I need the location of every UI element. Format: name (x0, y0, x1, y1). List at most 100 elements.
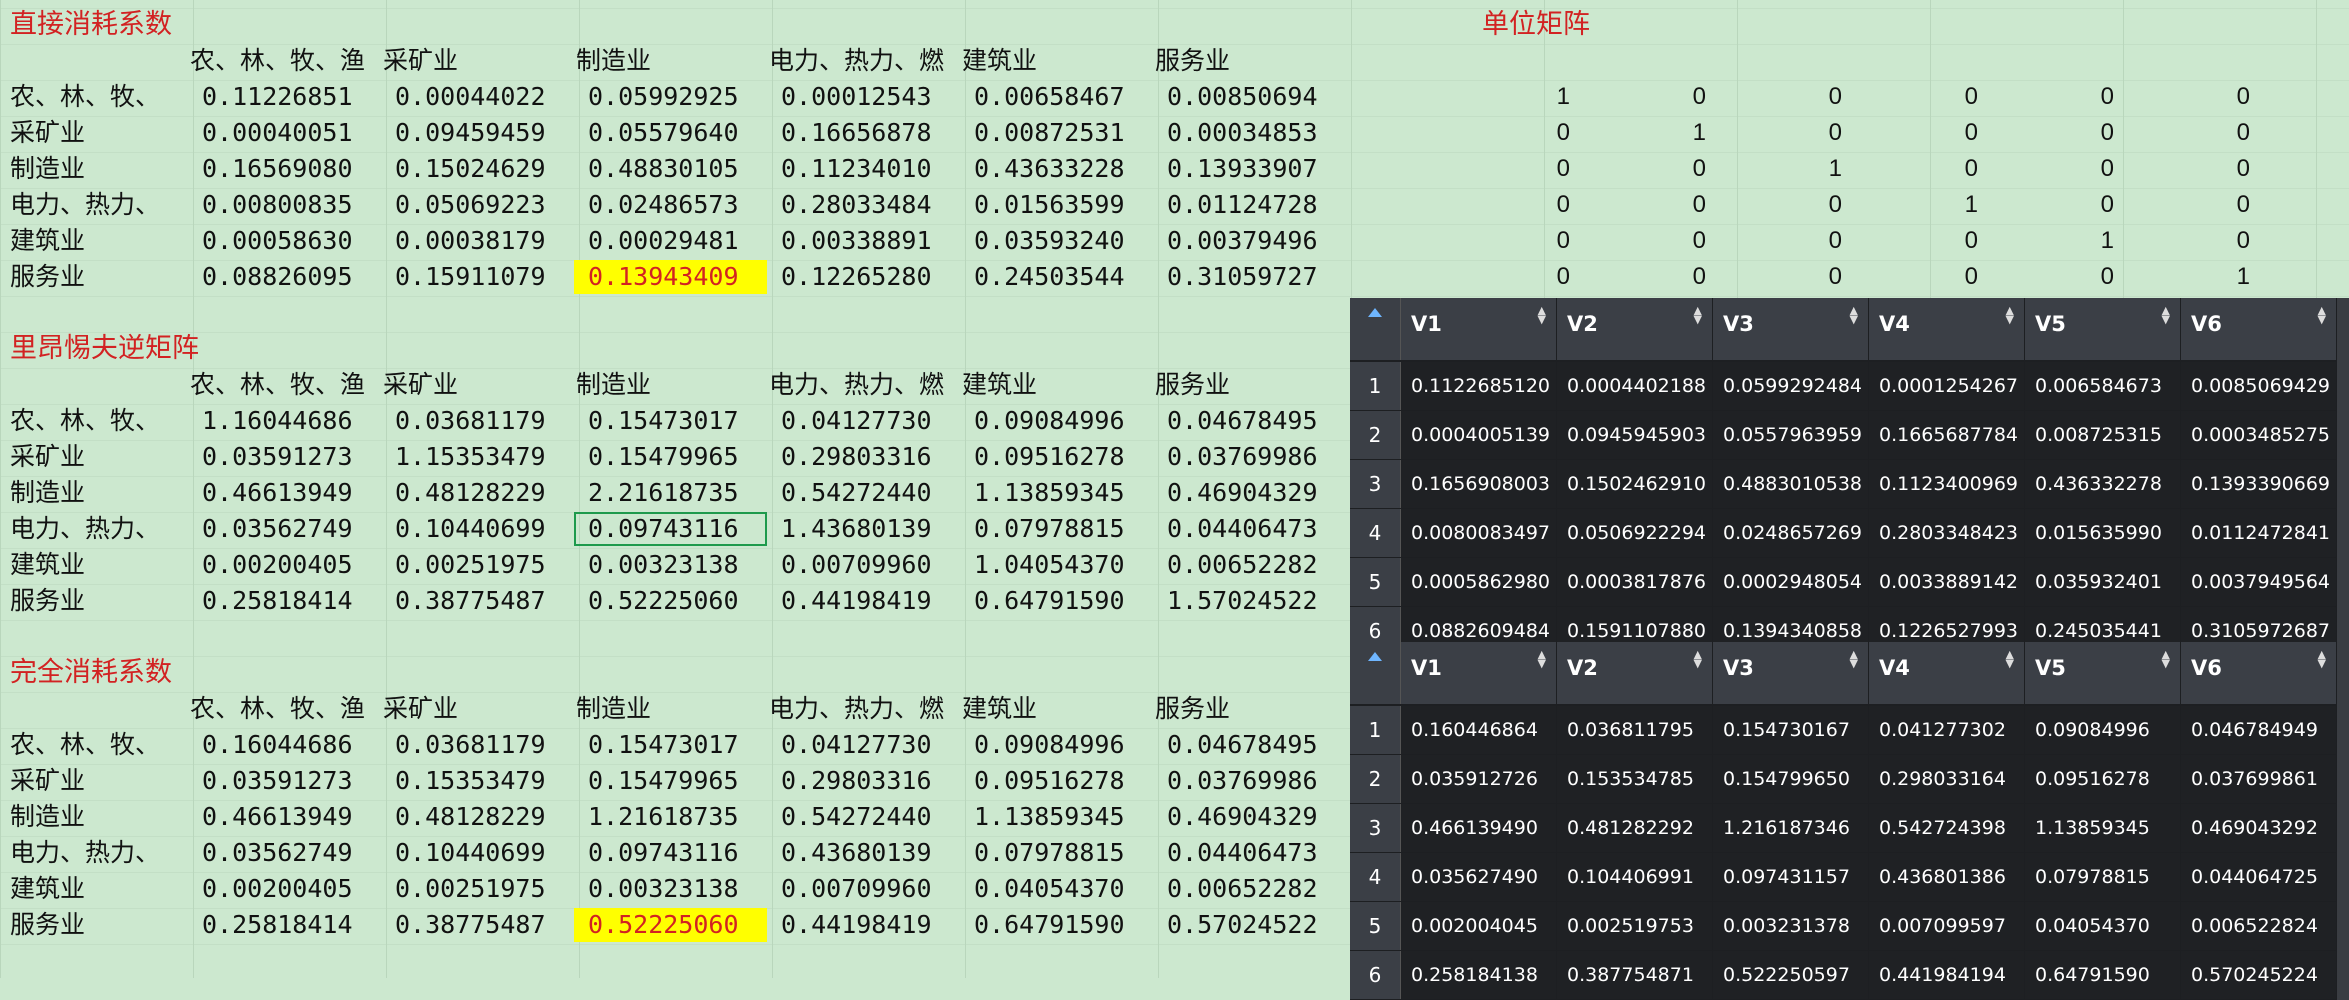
identity-cell[interactable]: 0 (1666, 80, 1706, 114)
viewer-table-row[interactable]: 4 0.035627490 0.104406991 0.097431157 0.4368… (1350, 853, 2349, 902)
direct-cell[interactable]: 0.11234010 (767, 152, 960, 186)
viewer-cell[interactable]: 0.046784949 (2181, 706, 2337, 754)
direct-cell[interactable]: 0.31059727 (1153, 260, 1346, 294)
direct-col-header[interactable]: 建筑业 (962, 44, 1152, 78)
identity-cell[interactable]: 0 (1666, 152, 1706, 186)
viewer-cell[interactable]: 0.0033889142 (1869, 558, 2025, 606)
viewer-cell[interactable]: 0.1502462910 (1557, 460, 1713, 508)
column-header-v4[interactable]: V4 ▲ ▼ (1869, 642, 2025, 704)
direct-cell[interactable]: 0.13943409 (574, 260, 767, 294)
direct-cell[interactable]: 0.16656878 (767, 116, 960, 150)
identity-cell[interactable]: 0 (2210, 116, 2250, 150)
identity-cell[interactable]: 0 (1530, 188, 1570, 222)
direct-cell[interactable]: 0.28033484 (767, 188, 960, 222)
identity-cell[interactable]: 0 (1802, 188, 1842, 222)
viewer-cell[interactable]: 0.07978815 (2025, 853, 2181, 901)
column-header-v5[interactable]: V5 ▲ ▼ (2025, 642, 2181, 704)
viewer-cell[interactable]: 0.041277302 (1869, 706, 2025, 754)
leontief-row-label[interactable]: 建筑业 (10, 548, 188, 582)
column-header-v2[interactable]: V2 ▲ ▼ (1557, 298, 1713, 360)
direct-cell[interactable]: 0.43633228 (960, 152, 1153, 186)
viewer-cell[interactable]: 0.0037949564 (2181, 558, 2337, 606)
identity-cell[interactable]: 0 (2210, 152, 2250, 186)
identity-cell[interactable]: 0 (1938, 116, 1978, 150)
leontief-cell[interactable]: 0.64791590 (960, 584, 1153, 618)
leontief-col-header[interactable]: 制造业 (576, 368, 766, 402)
total-cell[interactable]: 0.15479965 (574, 764, 767, 798)
viewer-cell[interactable]: 0.0004402188 (1557, 362, 1713, 410)
sort-arrows-icon[interactable]: ▲ ▼ (1850, 305, 1858, 325)
viewer-table-row[interactable]: 5 0.0005862980 0.0003817876 0.0002948054 0.0… (1350, 558, 2349, 607)
identity-title[interactable]: 单位矩阵 (1482, 8, 1590, 42)
direct-col-header[interactable]: 农、林、牧、渔 (190, 44, 380, 78)
viewer-table-row[interactable]: 1 0.1122685120 0.0004402188 0.0599292484 0.0… (1350, 362, 2349, 411)
viewer-cell[interactable]: 0.1393390669 (2181, 460, 2337, 508)
r-data-viewer-direct[interactable]: V1 ▲ ▼ V2 ▲ ▼ V3 ▲ ▼ V4 ▲ ▼ V5 ▲ ▼ V6 ▲ ▼ 1 0.1122685120 0.0… (1350, 298, 2349, 656)
direct-cell[interactable]: 0.24503544 (960, 260, 1153, 294)
identity-cell[interactable]: 0 (2210, 224, 2250, 258)
total-cell[interactable]: 0.03681179 (381, 728, 574, 762)
direct-cell[interactable]: 0.00338891 (767, 224, 960, 258)
leontief-col-header[interactable]: 建筑业 (962, 368, 1152, 402)
viewer-cell[interactable]: 0.1665687784 (1869, 411, 2025, 459)
sort-arrows-icon[interactable]: ▲ ▼ (2318, 649, 2326, 669)
total-cell[interactable]: 0.57024522 (1153, 908, 1346, 942)
leontief-cell[interactable]: 0.15473017 (574, 404, 767, 438)
identity-cell[interactable]: 0 (2074, 188, 2114, 222)
identity-cell[interactable]: 1 (1938, 188, 1978, 222)
direct-row-label[interactable]: 电力、热力、 (10, 188, 188, 222)
total-cell[interactable]: 0.09516278 (960, 764, 1153, 798)
viewer-cell[interactable]: 0.04054370 (2025, 902, 2181, 950)
total-row-label[interactable]: 服务业 (10, 908, 188, 942)
viewer-cell[interactable]: 0.522250597 (1713, 951, 1869, 999)
total-cell[interactable]: 1.13859345 (960, 800, 1153, 834)
leontief-cell[interactable]: 0.46613949 (188, 476, 381, 510)
total-cell[interactable]: 0.04406473 (1153, 836, 1346, 870)
viewer-cell[interactable]: 1.216187346 (1713, 804, 1869, 852)
direct-row-label[interactable]: 农、林、牧、 (10, 80, 188, 114)
direct-cell[interactable]: 0.05069223 (381, 188, 574, 222)
identity-cell[interactable]: 0 (1802, 260, 1842, 294)
viewer-cell[interactable]: 0.258184138 (1401, 951, 1557, 999)
leontief-col-header[interactable]: 电力、热力、燃 (769, 368, 959, 402)
total-cell[interactable]: 0.43680139 (767, 836, 960, 870)
direct-cell[interactable]: 0.00038179 (381, 224, 574, 258)
sort-arrows-icon[interactable]: ▲ ▼ (2162, 649, 2170, 669)
identity-cell[interactable]: 1 (1530, 80, 1570, 114)
viewer-cell[interactable]: 0.008725315 (2025, 411, 2181, 459)
vertical-scrollbar[interactable] (2337, 298, 2349, 656)
viewer-cell[interactable]: 0.0506922294 (1557, 509, 1713, 557)
viewer-table-row[interactable]: 3 0.1656908003 0.1502462910 0.4883010538 0.1… (1350, 460, 2349, 509)
direct-cell[interactable]: 0.16569080 (188, 152, 381, 186)
identity-cell[interactable]: 0 (1666, 224, 1706, 258)
leontief-row-label[interactable]: 电力、热力、 (10, 512, 188, 546)
direct-cell[interactable]: 0.00040051 (188, 116, 381, 150)
direct-cell[interactable]: 0.00379496 (1153, 224, 1346, 258)
identity-cell[interactable]: 0 (1802, 116, 1842, 150)
viewer-cell[interactable]: 0.09084996 (2025, 706, 2181, 754)
total-cell[interactable]: 0.00323138 (574, 872, 767, 906)
leontief-cell[interactable]: 0.00652282 (1153, 548, 1346, 582)
total-cell[interactable]: 0.04127730 (767, 728, 960, 762)
leontief-cell[interactable]: 0.04406473 (1153, 512, 1346, 546)
viewer-cell[interactable]: 0.037699861 (2181, 755, 2337, 803)
leontief-cell[interactable]: 1.04054370 (960, 548, 1153, 582)
leontief-cell[interactable]: 0.09084996 (960, 404, 1153, 438)
identity-cell[interactable]: 0 (2074, 80, 2114, 114)
sort-arrows-icon[interactable]: ▲ ▼ (1694, 649, 1702, 669)
leontief-cell[interactable]: 0.04678495 (1153, 404, 1346, 438)
viewer-cell[interactable]: 0.1656908003 (1401, 460, 1557, 508)
total-cell[interactable]: 0.15473017 (574, 728, 767, 762)
leontief-col-header[interactable]: 采矿业 (383, 368, 573, 402)
viewer-cell[interactable]: 0.097431157 (1713, 853, 1869, 901)
total-cell[interactable]: 0.16044686 (188, 728, 381, 762)
viewer-table-row[interactable]: 6 0.258184138 0.387754871 0.522250597 0.4419… (1350, 951, 2349, 1000)
total-cell[interactable]: 0.03562749 (188, 836, 381, 870)
total-row-label[interactable]: 农、林、牧、 (10, 728, 188, 762)
viewer-cell[interactable]: 0.0001254267 (1869, 362, 2025, 410)
direct-cell[interactable]: 0.05992925 (574, 80, 767, 114)
total-cell[interactable]: 0.10440699 (381, 836, 574, 870)
total-col-header[interactable]: 农、林、牧、渔 (190, 692, 380, 726)
total-cell[interactable]: 0.15353479 (381, 764, 574, 798)
leontief-cell[interactable]: 0.03591273 (188, 440, 381, 474)
